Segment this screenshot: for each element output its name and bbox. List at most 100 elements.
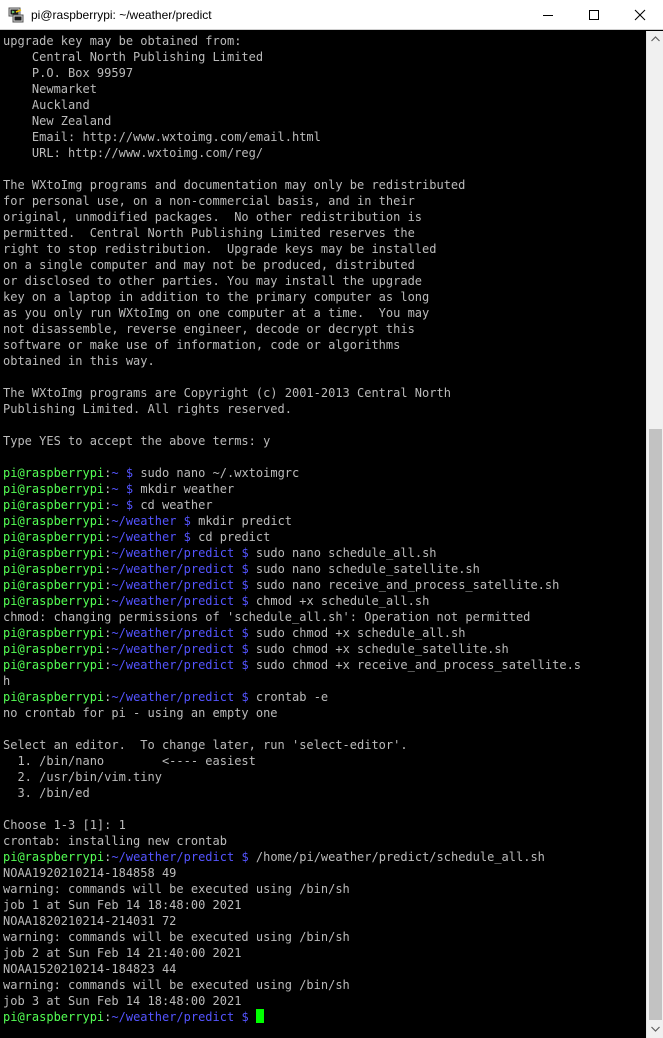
text-cursor [255, 1009, 264, 1023]
output-line: Central North Publishing Limited [3, 50, 264, 64]
prompt-line: pi@raspberrypi:~/weather/predict $ sudo … [3, 626, 466, 640]
output-line: permitted. Central North Publishing Limi… [3, 226, 415, 240]
prompt-path: ~/weather/predict [111, 658, 235, 672]
output-line: The WXtoImg programs are Copyright (c) 2… [3, 386, 451, 400]
prompt-host: pi@raspberrypi [3, 626, 105, 640]
command-text: sudo nano receive_and_process_satellite.… [255, 578, 560, 592]
command-text: mkdir predict [198, 514, 293, 528]
output-line: warning: commands will be executed using… [3, 930, 350, 944]
prompt-host: pi@raspberrypi [3, 658, 105, 672]
output-line: New Zealand [3, 114, 112, 128]
output-line: warning: commands will be executed using… [3, 882, 350, 896]
output-line: original, unmodified packages. No other … [3, 210, 423, 224]
output-line: job 1 at Sun Feb 14 18:48:00 2021 [3, 898, 242, 912]
prompt-host: pi@raspberrypi [3, 562, 105, 576]
prompt-host: pi@raspberrypi [3, 482, 105, 496]
prompt-path: ~/weather [111, 530, 177, 544]
command-text: cd predict [198, 530, 271, 544]
minimize-icon [543, 15, 553, 16]
close-button[interactable] [617, 0, 663, 30]
output-line: software or make use of information, cod… [3, 338, 401, 352]
prompt-symbol: $ [234, 626, 256, 640]
prompt-path: ~/weather/predict [111, 562, 235, 576]
scroll-down-button[interactable] [647, 1021, 663, 1038]
minimize-button[interactable] [525, 0, 571, 30]
output-line: on a single computer and may not be prod… [3, 258, 415, 272]
output-line: 2. /usr/bin/vim.tiny [3, 770, 162, 784]
output-line: upgrade key may be obtained from: [3, 34, 242, 48]
prompt-path: ~/weather/predict [111, 690, 235, 704]
output-line: Choose 1-3 [1]: 1 [3, 818, 126, 832]
output-line: Auckland [3, 98, 90, 112]
prompt-host: pi@raspberrypi [3, 594, 105, 608]
prompt-path: ~/weather/predict [111, 850, 235, 864]
prompt-symbol: $ [234, 594, 256, 608]
output-line: Type YES to accept the above terms: y [3, 434, 271, 448]
prompt-path: ~/weather/predict [111, 642, 235, 656]
prompt-symbol: $ [176, 514, 199, 528]
prompt-symbol: $ [234, 850, 256, 864]
output-line: 1. /bin/nano <---- easiest [3, 754, 256, 768]
command-text: /home/pi/weather/predict/schedule_all.sh [255, 850, 545, 864]
prompt-path: ~/weather/predict [111, 546, 235, 560]
output-line: NOAA1520210214-184823 44 [3, 962, 177, 976]
maximize-button[interactable] [571, 0, 617, 30]
prompt-line: pi@raspberrypi:~/weather/predict $ sudo … [3, 642, 509, 656]
vertical-scrollbar[interactable] [646, 31, 663, 1038]
prompt-symbol: $ [118, 498, 141, 512]
prompt-line: pi@raspberrypi:~ $ sudo nano ~/.wxtoimgr… [3, 466, 300, 480]
prompt-line: pi@raspberrypi:~/weather/predict $ sudo … [3, 578, 560, 592]
prompt-line: pi@raspberrypi:~/weather/predict $ chmod… [3, 594, 430, 608]
output-line: crontab: installing new crontab [3, 834, 227, 848]
output-line: key on a laptop in addition to the prima… [3, 290, 430, 304]
output-line: Email: http://www.wxtoimg.com/email.html [3, 130, 321, 144]
output-line: h [3, 674, 11, 688]
prompt-line: pi@raspberrypi:~/weather/predict $ [0, 1009, 646, 1025]
window-title: pi@raspberrypi: ~/weather/predict [31, 8, 212, 22]
prompt-symbol: $ [234, 642, 256, 656]
close-icon [634, 9, 646, 21]
prompt-path: ~ [111, 498, 119, 512]
output-line: 3. /bin/ed [3, 786, 90, 800]
prompt-line: pi@raspberrypi:~ $ mkdir weather [3, 482, 235, 496]
prompt-symbol: $ [234, 658, 256, 672]
prompt-path: ~/weather/predict [111, 594, 235, 608]
prompt-symbol: $ [234, 562, 256, 576]
output-line: obtained in this way. [3, 354, 155, 368]
scroll-down-arrow-icon [651, 1026, 660, 1032]
prompt-path: ~/weather [111, 514, 177, 528]
prompt-symbol: $ [234, 690, 256, 704]
output-line: P.O. Box 99597 [3, 66, 134, 80]
prompt-line: pi@raspberrypi:~/weather $ mkdir predict [3, 514, 293, 528]
output-line: right to stop redistribution. Upgrade ke… [3, 242, 437, 256]
prompt-symbol: $ [118, 466, 141, 480]
prompt-symbol: $ [234, 1010, 256, 1024]
command-text: chmod +x schedule_all.sh [255, 594, 430, 608]
prompt-line: pi@raspberrypi:~/weather/predict $ /home… [3, 850, 545, 864]
command-text: crontab -e [255, 690, 329, 704]
scroll-up-button[interactable] [647, 31, 663, 48]
command-text: sudo nano schedule_satellite.sh [255, 562, 480, 576]
output-line: as you only run WXtoImg on one computer … [3, 306, 430, 320]
command-text: sudo chmod +x schedule_satellite.sh [255, 642, 509, 656]
scrollbar-thumb[interactable] [649, 429, 662, 1020]
maximize-icon [589, 10, 599, 20]
prompt-line: pi@raspberrypi:~/weather/predict $ sudo … [3, 562, 480, 576]
prompt-host: pi@raspberrypi [3, 466, 105, 480]
prompt-host: pi@raspberrypi [3, 546, 105, 560]
putty-terminal-icon[interactable] [8, 7, 24, 23]
prompt-path: ~/weather/predict [111, 1010, 235, 1024]
prompt-host: pi@raspberrypi [3, 690, 105, 704]
title-bar[interactable]: pi@raspberrypi: ~/weather/predict [0, 0, 663, 30]
prompt-line: pi@raspberrypi:~/weather/predict $ sudo … [3, 546, 437, 560]
command-text: sudo chmod +x schedule_all.sh [255, 626, 466, 640]
command-text: sudo nano ~/.wxtoimgrc [140, 466, 300, 480]
prompt-symbol: $ [176, 530, 199, 544]
output-line: not disassemble, reverse engineer, decod… [3, 322, 415, 336]
output-line: or disclosed to other parties. You may i… [3, 274, 423, 288]
prompt-line: pi@raspberrypi:~ $ cd weather [3, 498, 213, 512]
terminal-output[interactable]: upgrade key may be obtained from: Centra… [0, 31, 646, 1038]
